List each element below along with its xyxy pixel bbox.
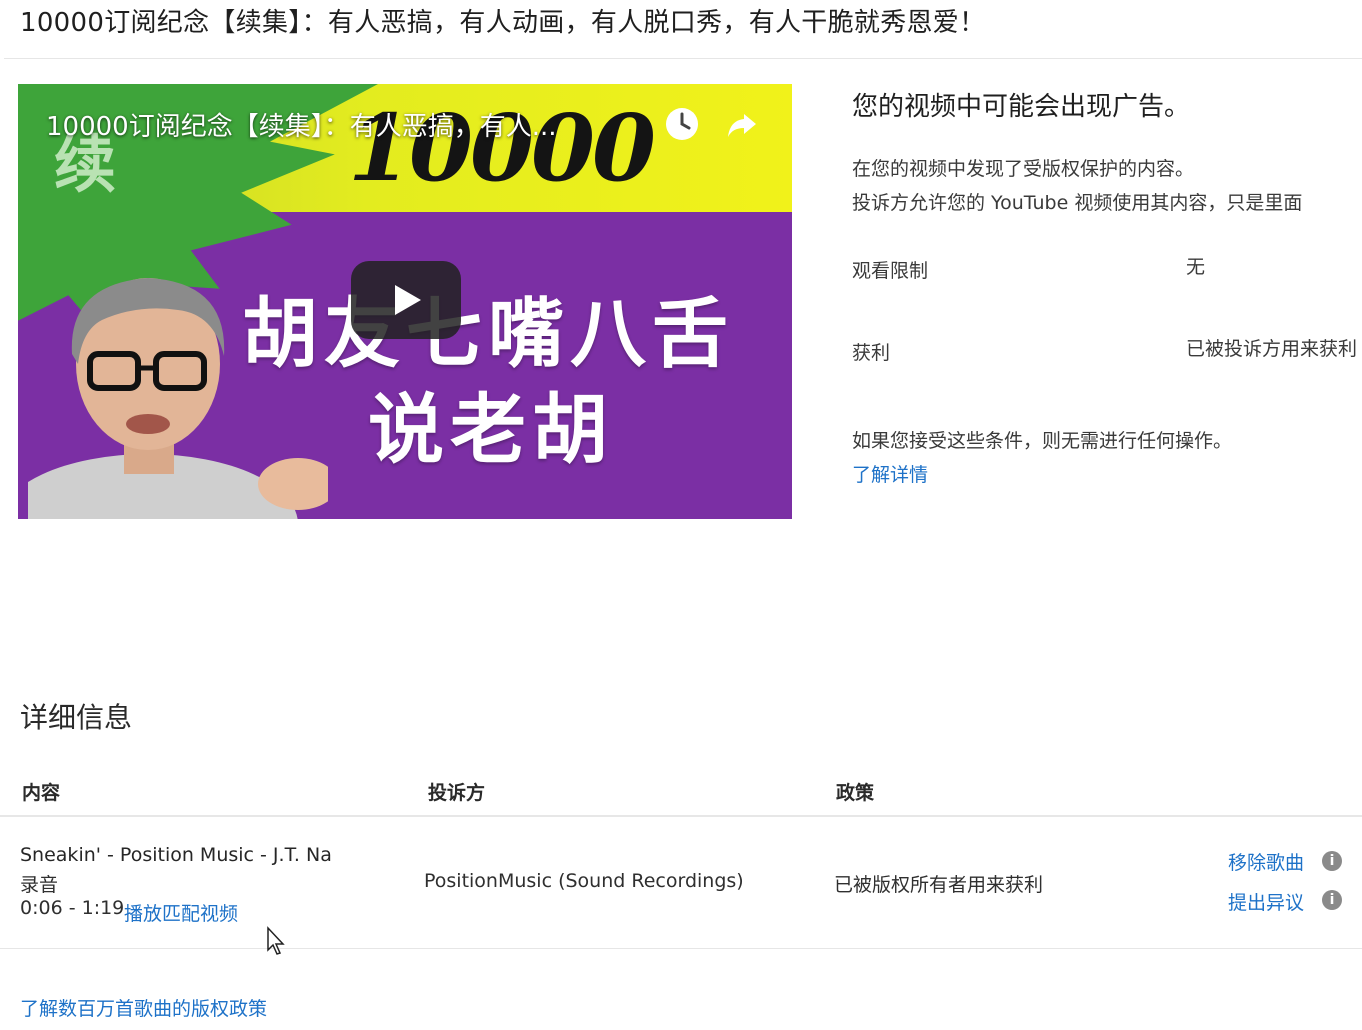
column-header-policy: 政策	[836, 782, 875, 804]
table-row-divider	[0, 948, 1362, 949]
monetization-value: 已被投诉方用来获利	[1186, 338, 1358, 360]
dispute-button[interactable]: 提出异议	[1228, 888, 1304, 915]
policy-text: 已被版权所有者用来获利	[834, 874, 1044, 896]
song-title: Sneakin' - Position Music - J.T. Na	[20, 844, 332, 866]
thumb-caption-line2: 说老胡	[368, 385, 614, 474]
play-matched-video-link[interactable]: 播放匹配视频	[124, 899, 238, 926]
clock-icon[interactable]	[664, 106, 700, 142]
song-time-range: 0:06 - 1:19	[20, 897, 125, 919]
play-icon	[395, 285, 421, 315]
monetization-label: 获利	[852, 342, 891, 364]
info-icon[interactable]: i	[1322, 890, 1342, 910]
song-type: 录音	[20, 874, 59, 896]
copyright-policy-link[interactable]: 了解数百万首歌曲的版权政策	[20, 994, 267, 1021]
play-button[interactable]	[351, 261, 461, 339]
page-title: 10000订阅纪念【续集】：有人恶搞，有人动画，有人脱口秀，有人干脆就秀恩爱！	[20, 8, 986, 38]
presenter-image	[28, 278, 328, 519]
accept-note: 如果您接受这些条件，则无需进行任何操作。	[852, 430, 1233, 452]
ad-description-1: 在您的视频中发现了受版权保护的内容。	[852, 158, 1195, 180]
details-heading: 详细信息	[20, 701, 133, 734]
video-overlay-title: 10000订阅纪念【续集】：有人恶搞，有人...	[46, 112, 557, 142]
share-icon[interactable]	[724, 106, 760, 142]
video-player[interactable]: 续 10000 胡友七嘴八舌 说老胡 10000订阅纪念【续集】：有人恶搞，有人…	[18, 84, 792, 519]
remove-song-button[interactable]: 移除歌曲	[1228, 848, 1304, 875]
claimant-name: PositionMusic (Sound Recordings)	[424, 870, 744, 892]
ad-heading: 您的视频中可能会出现广告。	[852, 92, 1191, 122]
column-header-claimant: 投诉方	[428, 782, 486, 804]
learn-more-link[interactable]: 了解详情	[852, 460, 928, 487]
viewing-restriction-value: 无	[1186, 256, 1206, 278]
mouse-cursor-icon	[267, 926, 285, 955]
info-icon[interactable]: i	[1322, 851, 1342, 871]
title-divider	[4, 58, 1362, 59]
column-header-content: 内容	[22, 782, 61, 804]
viewing-restriction-label: 观看限制	[852, 260, 929, 282]
ad-description-2: 投诉方允许您的 YouTube 视频使用其内容，只是里面	[852, 192, 1303, 214]
table-header-divider	[0, 815, 1362, 817]
